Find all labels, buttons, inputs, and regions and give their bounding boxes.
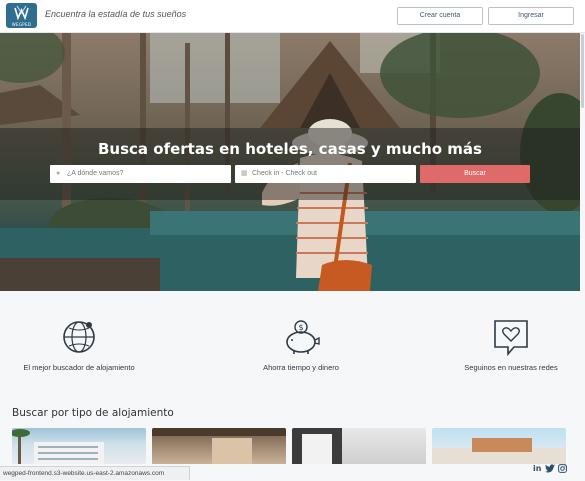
- feature-social: Seguinos en nuestras redes: [421, 318, 585, 372]
- logo[interactable]: WEGPED: [6, 3, 37, 28]
- card-image: [432, 438, 566, 464]
- accommodation-card-resorts[interactable]: [292, 428, 426, 464]
- feature-label: Seguinos en nuestras redes: [464, 363, 558, 372]
- linkedin-icon[interactable]: in: [533, 464, 541, 473]
- svg-text:$: $: [298, 323, 303, 332]
- feature-save-time: $ Ahorra tiempo y dinero: [211, 318, 391, 372]
- heart-chat-icon: [494, 320, 528, 356]
- accommodation-card-hotels[interactable]: [12, 428, 146, 464]
- globe-icon: [63, 321, 95, 353]
- destination-input[interactable]: ● ¿A dónde vamos?: [50, 165, 231, 183]
- section-title: Buscar por tipo de alojamiento: [12, 407, 174, 419]
- card-image: [152, 428, 286, 464]
- piggy-bank-icon: $: [286, 320, 320, 354]
- destination-placeholder: ¿A dónde vamos?: [67, 170, 124, 177]
- feature-best-search: El mejor buscador de alojamiento: [0, 318, 169, 372]
- dates-placeholder: Check in - Check out: [252, 170, 317, 177]
- accommodation-card-apartments[interactable]: [152, 428, 286, 464]
- twitter-icon[interactable]: [545, 464, 555, 475]
- features-section: El mejor buscador de alojamiento $ Ahorr…: [0, 300, 580, 385]
- search-button[interactable]: Buscar: [420, 165, 530, 183]
- calendar-icon: ▦: [241, 170, 248, 177]
- card-image: [12, 429, 104, 464]
- feature-label: Ahorra tiempo y dinero: [263, 363, 339, 372]
- logo-icon: [14, 5, 29, 20]
- instagram-icon[interactable]: [558, 464, 567, 475]
- tagline: Encuentra la estadía de tus sueños: [45, 9, 187, 19]
- create-account-button[interactable]: Crear cuenta: [397, 7, 483, 25]
- hero-title: Busca ofertas en hoteles, casas y mucho …: [98, 140, 482, 158]
- card-image: [292, 428, 342, 464]
- login-button[interactable]: Ingresar: [488, 7, 574, 25]
- page-scrollbar[interactable]: [581, 34, 584, 108]
- hero-overlay: [0, 128, 580, 200]
- map-pin-icon: ●: [56, 170, 61, 177]
- hero-banner: Busca ofertas en hoteles, casas y mucho …: [0, 33, 580, 291]
- feature-label: El mejor buscador de alojamiento: [23, 363, 135, 372]
- header: WEGPED Encuentra la estadía de tus sueño…: [0, 0, 585, 33]
- accommodation-card-villas[interactable]: [432, 428, 566, 464]
- logo-text: WEGPED: [11, 22, 32, 27]
- browser-status-url: wegped-frontend.s3-website.us-east-2.ama…: [0, 466, 190, 480]
- dates-input[interactable]: ▦ Check in - Check out: [235, 165, 416, 183]
